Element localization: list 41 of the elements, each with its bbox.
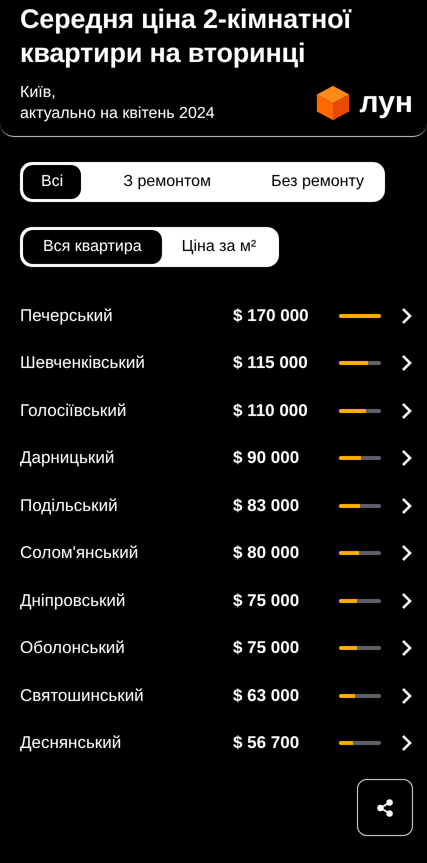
filter-tab[interactable]: Всі [23,165,82,199]
chevron-right-icon[interactable] [401,686,413,705]
chart-title: Середня ціна 2-кімнатної квартири на вторинці [20,3,352,70]
district-price: $ 63 000 [233,686,300,706]
district-name: Печерський [20,306,114,326]
chevron-right-icon[interactable] [401,402,413,420]
logo-text: лун [360,86,413,120]
city-label: Київ, [20,83,57,103]
district-name: Святошинський [20,686,145,706]
district-name: Шевченківський [20,353,146,374]
district-name: Дніпровський [20,590,126,611]
district-price: $ 83 000 [233,496,300,516]
chevron-right-icon[interactable] [401,734,413,752]
district-name: Голосіївський [20,400,128,421]
district-price: $ 115 000 [233,353,309,374]
chevron-right-icon[interactable] [401,639,413,658]
district-price: $ 170 000 [233,306,310,326]
chevron-right-icon[interactable] [401,592,413,610]
district-name: Подільський [20,496,119,516]
filter-tab[interactable]: Ціна за м² [162,230,276,264]
district-price: $ 90 000 [233,448,300,468]
chevron-right-icon[interactable] [401,496,413,515]
district-name: Оболонський [20,638,126,658]
chevron-right-icon[interactable] [401,449,413,468]
district-name: Деснянський [20,733,122,754]
chevron-right-icon[interactable] [401,354,413,372]
district-name: Солом'янський [20,543,140,564]
filter-tab[interactable]: З ремонтом [105,165,230,199]
district-name: Дарницький [20,448,116,468]
filter-tab[interactable]: Без ремонту [253,165,382,199]
district-price: $ 80 000 [233,543,300,564]
district-price: $ 75 000 [233,638,300,658]
share-icon [374,796,396,818]
district-price: $ 75 000 [233,590,300,611]
chevron-right-icon[interactable] [401,306,413,325]
district-price: $ 56 700 [233,733,300,754]
date-label: актуально на квітень 2024 [20,104,215,124]
chevron-right-icon[interactable] [401,544,413,562]
share-button[interactable] [357,779,413,836]
filter-tab[interactable]: Вся квартира [23,230,162,264]
district-price: $ 110 000 [233,400,309,421]
